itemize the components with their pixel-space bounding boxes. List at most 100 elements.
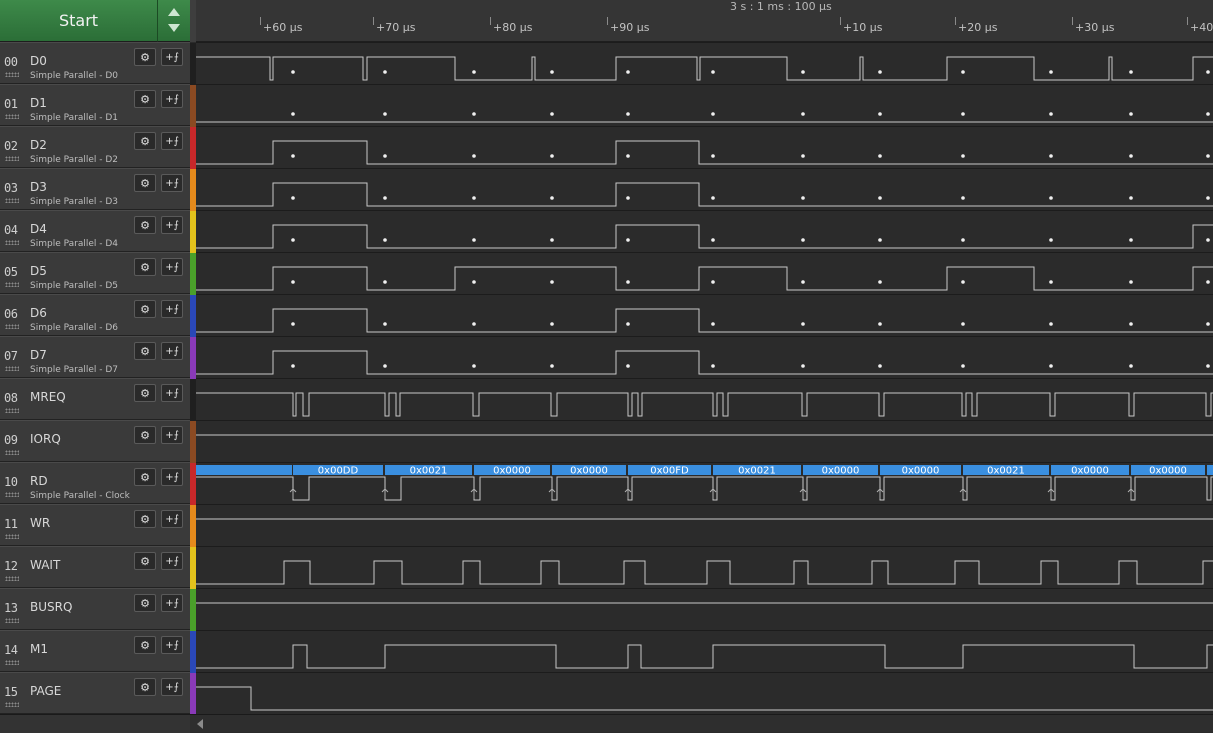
channel-settings-button[interactable]: ⚙	[134, 90, 156, 108]
channel-settings-button[interactable]: ⚙	[134, 510, 156, 528]
channel-row[interactable]: 09 IORQ ⚙ +⨍	[0, 420, 196, 463]
clock-edge-arrow	[799, 488, 807, 499]
add-trigger-button[interactable]: +⨍	[161, 48, 183, 66]
channel-name[interactable]: IORQ	[30, 432, 61, 446]
channel-name[interactable]: M1	[30, 642, 48, 656]
horizontal-scrollbar[interactable]	[0, 714, 1213, 733]
channel-name[interactable]: WR	[30, 516, 50, 530]
channel-name[interactable]: D4	[30, 222, 47, 236]
channel-name[interactable]: RD	[30, 474, 48, 488]
channel-name[interactable]: D3	[30, 180, 47, 194]
add-trigger-button[interactable]: +⨍	[161, 468, 183, 486]
add-trigger-button[interactable]: +⨍	[161, 174, 183, 192]
start-button[interactable]: Start	[0, 0, 158, 42]
add-trigger-button[interactable]: +⨍	[161, 258, 183, 276]
channel-row[interactable]: 04 D4 Simple Parallel - D4 ⚙ +⨍	[0, 210, 196, 253]
drag-handle-icon[interactable]	[5, 618, 19, 623]
waveform-area[interactable]: 0x00DD 0x0021 0x0000 0x0000 0x00FD 0x0021 0x00…	[196, 42, 1213, 714]
channel-settings-button[interactable]: ⚙	[134, 678, 156, 696]
channel-settings-button[interactable]: ⚙	[134, 384, 156, 402]
drag-handle-icon[interactable]	[5, 534, 19, 539]
add-trigger-button[interactable]: +⨍	[161, 594, 183, 612]
channel-name[interactable]: D5	[30, 264, 47, 278]
sample-dot	[291, 322, 295, 326]
channel-name[interactable]: D7	[30, 348, 47, 362]
sample-dot	[878, 280, 882, 284]
ruler-corner	[190, 0, 196, 42]
add-trigger-button[interactable]: +⨍	[161, 90, 183, 108]
channel-row[interactable]: 13 BUSRQ ⚙ +⨍	[0, 588, 196, 631]
drag-handle-icon[interactable]	[5, 282, 19, 287]
channel-settings-button[interactable]: ⚙	[134, 258, 156, 276]
drag-handle-icon[interactable]	[5, 198, 19, 203]
channel-row[interactable]: 12 WAIT ⚙ +⨍	[0, 546, 196, 589]
channel-name[interactable]: D6	[30, 306, 47, 320]
drag-handle-icon[interactable]	[5, 450, 19, 455]
add-trigger-button[interactable]: +⨍	[161, 552, 183, 570]
add-trigger-icon: +⨍	[165, 219, 179, 231]
channel-settings-button[interactable]: ⚙	[134, 594, 156, 612]
add-trigger-button[interactable]: +⨍	[161, 216, 183, 234]
channel-name[interactable]: MREQ	[30, 390, 66, 404]
add-trigger-button[interactable]: +⨍	[161, 384, 183, 402]
time-ruler[interactable]: 3 s : 1 ms : 100 µs +60 µs +70 µs +80 µs +9…	[190, 0, 1213, 42]
channel-row[interactable]: 02 D2 Simple Parallel - D2 ⚙ +⨍	[0, 126, 196, 169]
channel-row[interactable]: 11 WR ⚙ +⨍	[0, 504, 196, 547]
drag-handle-icon[interactable]	[5, 72, 19, 77]
gear-icon: ⚙	[140, 260, 150, 274]
drag-handle-icon[interactable]	[5, 408, 19, 413]
channel-row[interactable]: 07 D7 Simple Parallel - D7 ⚙ +⨍	[0, 336, 196, 379]
channel-row[interactable]: 00 D0 Simple Parallel - D0 ⚙ +⨍	[0, 42, 196, 85]
sample-dot	[626, 196, 630, 200]
channel-settings-button[interactable]: ⚙	[134, 48, 156, 66]
channel-name[interactable]: D0	[30, 54, 47, 68]
add-trigger-button[interactable]: +⨍	[161, 678, 183, 696]
start-options-button[interactable]	[158, 0, 190, 42]
sample-dot	[1049, 238, 1053, 242]
channel-settings-button[interactable]: ⚙	[134, 132, 156, 150]
drag-handle-icon[interactable]	[5, 576, 19, 581]
gear-icon: ⚙	[140, 176, 150, 190]
scroll-left-icon[interactable]	[197, 719, 203, 729]
channel-row[interactable]: 03 D3 Simple Parallel - D3 ⚙ +⨍	[0, 168, 196, 211]
add-trigger-button[interactable]: +⨍	[161, 300, 183, 318]
channel-settings-button[interactable]: ⚙	[134, 300, 156, 318]
drag-handle-icon[interactable]	[5, 702, 19, 707]
channel-row[interactable]: 15 PAGE ⚙ +⨍	[0, 672, 196, 715]
add-trigger-button[interactable]: +⨍	[161, 636, 183, 654]
channel-name[interactable]: PAGE	[30, 684, 61, 698]
channel-settings-button[interactable]: ⚙	[134, 426, 156, 444]
channel-row[interactable]: 01 D1 Simple Parallel - D1 ⚙ +⨍	[0, 84, 196, 127]
channel-name[interactable]: BUSRQ	[30, 600, 72, 614]
channel-name[interactable]: D1	[30, 96, 47, 110]
channel-settings-button[interactable]: ⚙	[134, 342, 156, 360]
channel-settings-button[interactable]: ⚙	[134, 216, 156, 234]
add-trigger-icon: +⨍	[165, 261, 179, 273]
channel-row[interactable]: 10 RD Simple Parallel - Clock ⚙ +⨍	[0, 462, 196, 505]
ruler-tick-mark	[490, 17, 491, 25]
drag-handle-icon[interactable]	[5, 324, 19, 329]
signal-trace	[196, 224, 1213, 249]
channel-name[interactable]: WAIT	[30, 558, 60, 572]
channel-settings-button[interactable]: ⚙	[134, 468, 156, 486]
channel-row[interactable]: 14 M1 ⚙ +⨍	[0, 630, 196, 673]
add-trigger-button[interactable]: +⨍	[161, 510, 183, 528]
channel-row[interactable]: 08 MREQ ⚙ +⨍	[0, 378, 196, 421]
drag-handle-icon[interactable]	[5, 492, 19, 497]
channel-name[interactable]: D2	[30, 138, 47, 152]
drag-handle-icon[interactable]	[5, 366, 19, 371]
channel-settings-button[interactable]: ⚙	[134, 174, 156, 192]
add-trigger-button[interactable]: +⨍	[161, 426, 183, 444]
add-trigger-button[interactable]: +⨍	[161, 132, 183, 150]
sample-dot	[961, 154, 965, 158]
add-trigger-button[interactable]: +⨍	[161, 342, 183, 360]
channel-settings-button[interactable]: ⚙	[134, 636, 156, 654]
channel-settings-button[interactable]: ⚙	[134, 552, 156, 570]
drag-handle-icon[interactable]	[5, 240, 19, 245]
add-trigger-icon: +⨍	[165, 177, 179, 189]
drag-handle-icon[interactable]	[5, 156, 19, 161]
drag-handle-icon[interactable]	[5, 114, 19, 119]
channel-row[interactable]: 05 D5 Simple Parallel - D5 ⚙ +⨍	[0, 252, 196, 295]
channel-row[interactable]: 06 D6 Simple Parallel - D6 ⚙ +⨍	[0, 294, 196, 337]
drag-handle-icon[interactable]	[5, 660, 19, 665]
